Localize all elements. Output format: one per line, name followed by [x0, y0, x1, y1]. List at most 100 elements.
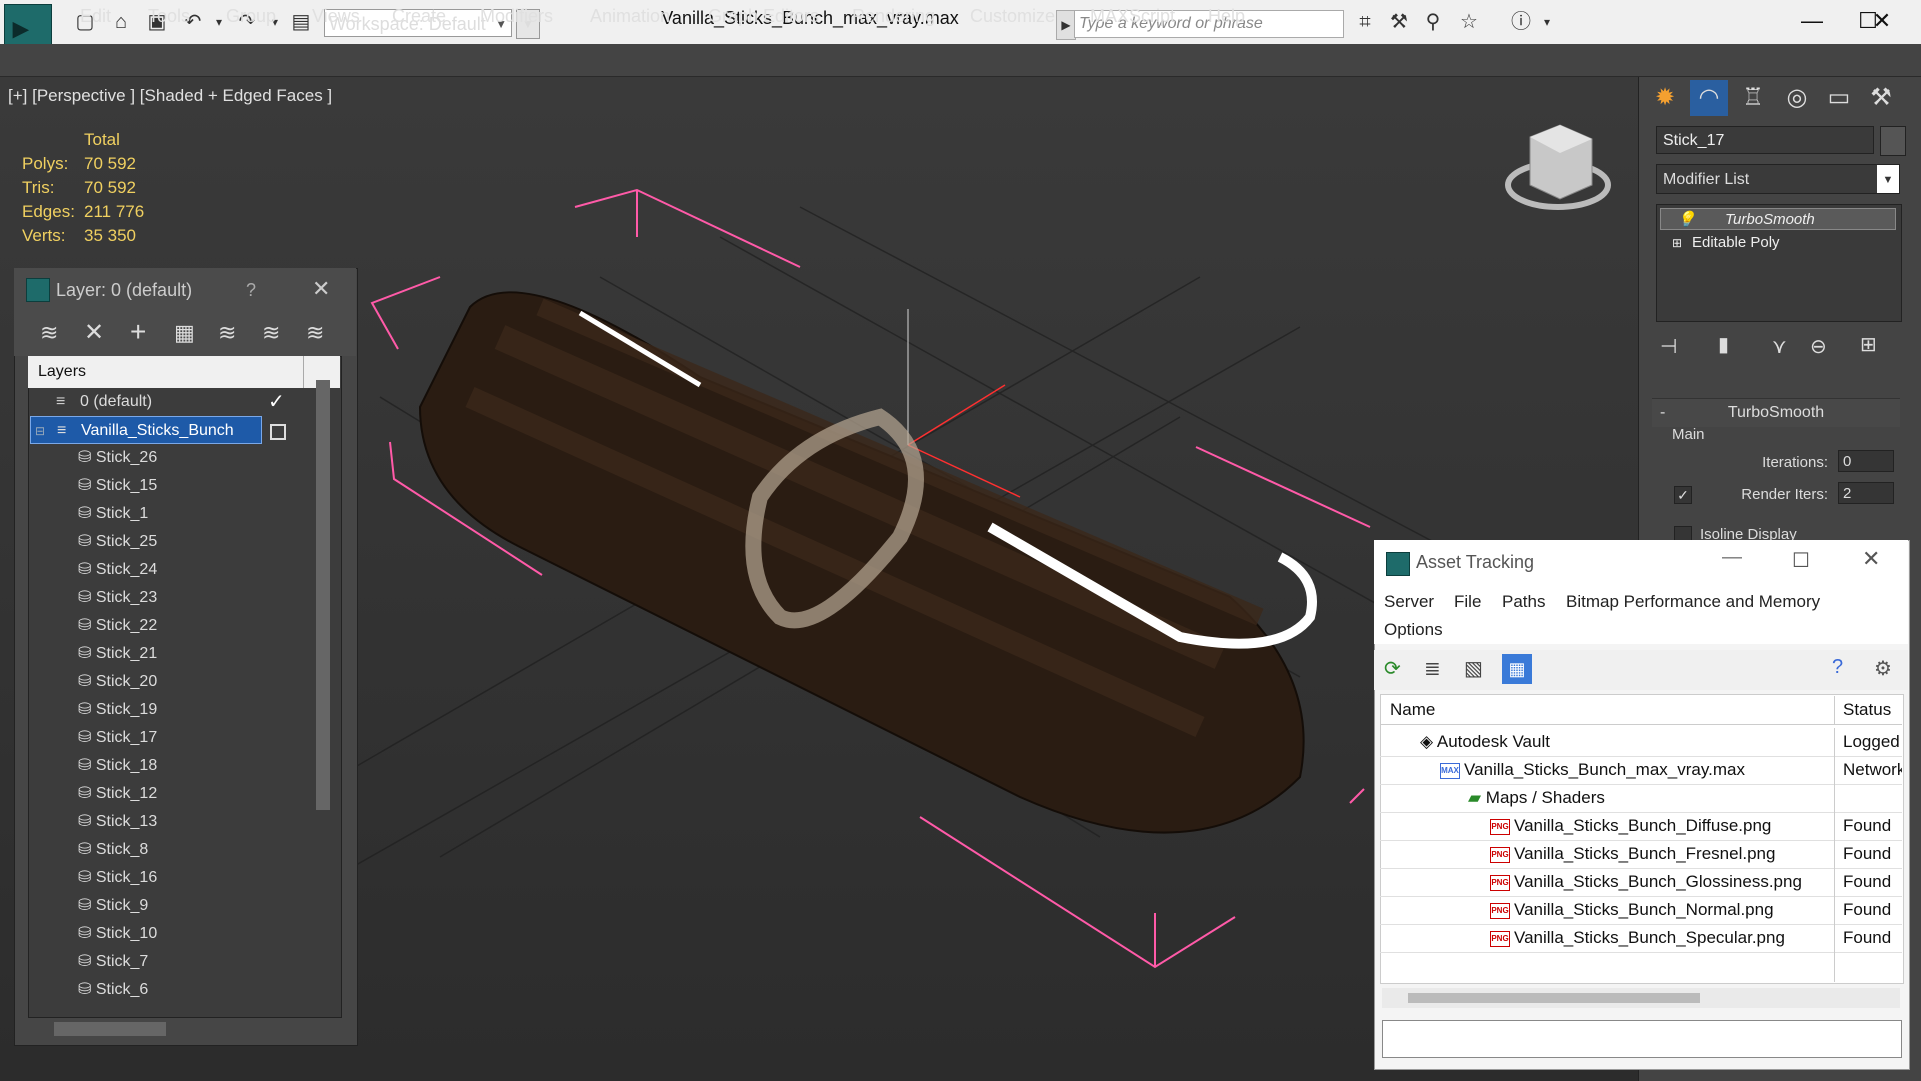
minimize-button[interactable]: — — [1784, 4, 1840, 38]
render-iters-spinner[interactable]: 2 — [1838, 482, 1894, 504]
list-item[interactable]: ⛁ Stick_25 — [78, 528, 157, 556]
viewport-label[interactable]: [+] [Perspective ] [Shaded + Edged Faces… — [8, 86, 332, 106]
menu-tools[interactable]: Tools — [148, 6, 190, 27]
menu-customize[interactable]: Customize — [970, 6, 1055, 27]
asset-menu-options[interactable]: Options — [1384, 620, 1443, 640]
search-expand-icon[interactable]: ▶ — [1056, 10, 1076, 40]
list-item[interactable]: ⛁ Stick_15 — [78, 472, 157, 500]
list-item[interactable]: ⛁ Stick_6 — [78, 976, 148, 1004]
highlight-layer-icon[interactable]: ≋ — [218, 320, 236, 346]
help-dropdown-icon[interactable]: ▾ — [1534, 10, 1560, 34]
list-item[interactable]: ⛁ Stick_9 — [78, 892, 148, 920]
table-row[interactable]: PNG Vanilla_Sticks_Bunch_Normal.png Found — [1380, 896, 1902, 925]
asset-path-field[interactable] — [1382, 1020, 1902, 1058]
refresh-icon[interactable]: ⟳ — [1384, 656, 1401, 681]
modify-tab-icon[interactable]: ◠ — [1690, 80, 1728, 116]
configure-modifier-sets-icon[interactable]: ⊞ — [1860, 332, 1877, 357]
layer-help-button[interactable]: ? — [246, 280, 256, 301]
object-color-swatch[interactable] — [1880, 126, 1906, 156]
menu-maxscript[interactable]: MAXScript — [1090, 6, 1175, 27]
list-item[interactable]: ⛁ Stick_20 — [78, 668, 157, 696]
list-item[interactable]: ⛁ Stick_16 — [78, 864, 157, 892]
layer-row-active[interactable]: ⊟ ≡ Vanilla_Sticks_Bunch — [30, 416, 262, 444]
project-folder-icon[interactable]: ▤ — [288, 10, 314, 34]
list-item[interactable]: ⛁ Stick_13 — [78, 808, 157, 836]
column-header-name[interactable]: Name — [1390, 696, 1435, 724]
tools-icon[interactable]: ⚒ — [1386, 10, 1412, 34]
table-view-icon[interactable]: ▦ — [1502, 654, 1532, 684]
checkmark-icon[interactable]: ✓ — [268, 388, 285, 416]
list-item[interactable]: ⛁ Stick_12 — [78, 780, 157, 808]
menu-edit[interactable]: Edit — [80, 6, 111, 27]
display-tab-icon[interactable]: ▭ — [1820, 80, 1858, 116]
layer-row-default[interactable]: ≡ 0 (default) ✓ — [30, 388, 302, 416]
table-row[interactable]: PNG Vanilla_Sticks_Bunch_Diffuse.png Found — [1380, 812, 1902, 841]
asset-hscroll-thumb[interactable] — [1408, 993, 1700, 1003]
iterations-spin-arrows-icon[interactable] — [1862, 450, 1876, 472]
menu-rendering[interactable]: Rendering — [852, 6, 935, 27]
turbosmooth-rollout-header[interactable]: - TurboSmooth — [1652, 398, 1900, 427]
column-header-status[interactable]: Status — [1834, 696, 1902, 724]
table-row[interactable]: PNG Vanilla_Sticks_Bunch_Glossiness.png Fo… — [1380, 868, 1902, 897]
help-icon[interactable]: ⓘ — [1508, 10, 1534, 34]
menu-modifiers[interactable]: Modifiers — [480, 6, 553, 27]
asset-help-icon[interactable]: ? — [1832, 656, 1843, 679]
list-item[interactable]: ⛁ Stick_17 — [78, 724, 157, 752]
add-to-layer-icon[interactable]: + — [130, 316, 146, 348]
favorite-star-icon[interactable]: ☆ — [1456, 10, 1482, 34]
window-close[interactable]: ✕ — [1854, 4, 1910, 38]
freeze-all-layers-icon[interactable]: ≋ — [306, 320, 324, 346]
menu-graph-editors[interactable]: Graph Editors — [708, 6, 819, 27]
delete-layer-icon[interactable]: ✕ — [84, 318, 104, 347]
list-item[interactable]: ⛁ Stick_19 — [78, 696, 157, 724]
list-item[interactable]: ⛁ Stick_21 — [78, 640, 157, 668]
menu-animation[interactable]: Animation — [590, 6, 670, 27]
stack-item-turbosmooth[interactable]: 💡 TurboSmooth — [1660, 208, 1896, 230]
pin-stack-icon[interactable]: ⊣ — [1660, 334, 1677, 359]
signin-icon[interactable]: ⚲ — [1420, 10, 1446, 34]
hierarchy-tab-icon[interactable]: ♖ — [1734, 80, 1772, 116]
layer-close-button[interactable]: ✕ — [312, 276, 330, 302]
render-iters-checkbox[interactable]: ✓ — [1674, 486, 1692, 504]
modifier-list-dropdown[interactable]: Modifier List ▼ — [1656, 164, 1900, 194]
list-item[interactable]: ⛁ Stick_26 — [78, 444, 157, 472]
binoculars-icon[interactable]: ⌗ — [1352, 10, 1378, 34]
list-item[interactable]: ⛁ Stick_22 — [78, 612, 157, 640]
table-row[interactable]: PNG Vanilla_Sticks_Bunch_Specular.png Foun… — [1380, 924, 1902, 953]
list-item[interactable]: ⛁ Stick_7 — [78, 948, 148, 976]
new-layer-icon[interactable]: ≋ — [40, 320, 58, 346]
table-row[interactable]: ▰ Maps / Shaders — [1380, 784, 1902, 813]
menu-help[interactable]: Help — [1208, 6, 1245, 27]
table-row[interactable]: ◈ Autodesk Vault Logged Out — [1380, 728, 1902, 757]
asset-menu-server[interactable]: Server — [1384, 592, 1434, 612]
asset-maximize-button[interactable]: ☐ — [1792, 548, 1810, 573]
asset-menu-bitmap[interactable]: Bitmap Performance and Memory — [1566, 592, 1820, 612]
asset-close-button[interactable]: ✕ — [1862, 546, 1880, 572]
show-end-result-icon[interactable]: ▮ — [1718, 332, 1729, 357]
open-file-icon[interactable]: ⌂ — [108, 10, 134, 34]
list-item[interactable]: ⛁ Stick_10 — [78, 920, 157, 948]
layer-vscroll-thumb[interactable] — [316, 380, 330, 810]
remove-modifier-icon[interactable]: ⊖ — [1810, 334, 1827, 359]
stack-item-editable-poly[interactable]: ⊞ Editable Poly — [1660, 232, 1896, 254]
asset-menu-paths[interactable]: Paths — [1502, 592, 1545, 612]
expand-icon[interactable]: ⊞ — [1672, 232, 1682, 254]
collapse-icon[interactable]: ⊟ — [35, 417, 45, 445]
create-tab-icon[interactable]: ✹ — [1646, 80, 1684, 116]
list-item[interactable]: ⛁ Stick_24 — [78, 556, 157, 584]
thumbnail-view-icon[interactable]: ▧ — [1464, 656, 1483, 681]
layer-tree[interactable] — [28, 356, 342, 1018]
select-objects-icon[interactable]: ▦ — [174, 320, 195, 346]
current-layer-box-icon[interactable] — [270, 424, 286, 440]
asset-minimize-button[interactable]: — — [1722, 546, 1742, 569]
menu-views[interactable]: Views — [312, 6, 360, 27]
list-item[interactable]: ⛁ Stick_23 — [78, 584, 157, 612]
menu-group[interactable]: Group — [226, 6, 276, 27]
table-row[interactable]: MAX Vanilla_Sticks_Bunch_max_vray.max Netw… — [1380, 756, 1902, 785]
layers-column-header[interactable]: Layers — [28, 356, 304, 388]
asset-settings-icon[interactable]: ⚙ — [1874, 656, 1892, 681]
list-view-icon[interactable]: ≣ — [1424, 656, 1441, 681]
table-row[interactable]: PNG Vanilla_Sticks_Bunch_Fresnel.png Found — [1380, 840, 1902, 869]
list-item[interactable]: ⛁ Stick_8 — [78, 836, 148, 864]
make-unique-icon[interactable]: ⋎ — [1772, 334, 1787, 359]
